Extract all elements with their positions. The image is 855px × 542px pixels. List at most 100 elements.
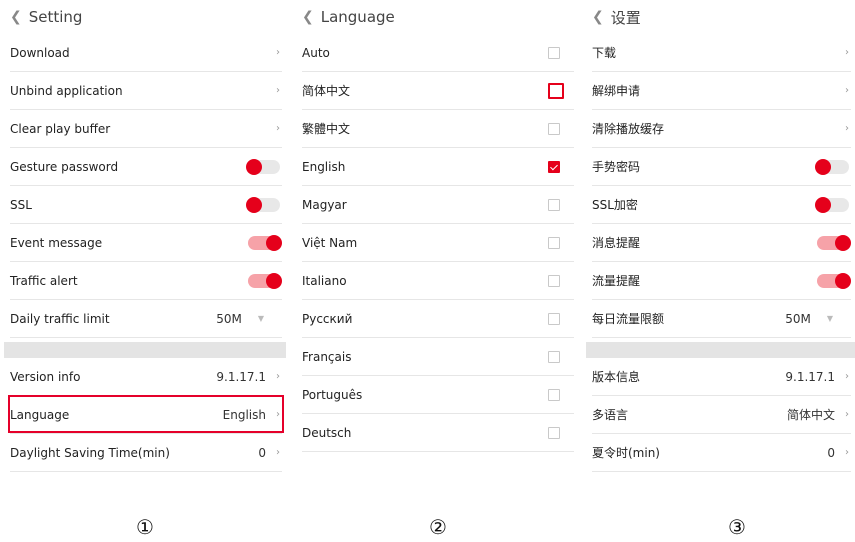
settings-row[interactable]: 消息提醒 [592,224,851,262]
language-option[interactable]: Magyar [302,186,574,224]
language-checkbox[interactable] [548,82,564,99]
toggle-switch[interactable] [246,158,280,175]
chevron-right-icon: › [276,123,280,134]
toggle-knob [835,272,851,289]
toggle-switch[interactable] [817,234,851,251]
back-icon[interactable]: ❮ [302,9,314,25]
settings-row[interactable]: Daylight Saving Time(min) 0 › [10,434,282,472]
language-label: Português [302,387,363,402]
language-option[interactable]: Français [302,338,574,376]
settings-row[interactable]: 夏令时(min) 0 › [592,434,851,472]
back-icon[interactable]: ❮ [592,9,604,25]
dropdown-value: 50M [785,311,811,326]
language-checkbox[interactable] [548,426,560,439]
caret-down-icon: ▼ [257,314,264,323]
language-option[interactable]: English [302,148,574,186]
dropdown[interactable]: 50M ▼ [785,312,833,326]
language-row-highlight [8,395,284,433]
settings-row[interactable]: Gesture password [10,148,282,186]
step-label-2: ② [429,515,447,539]
step-label-3: ③ [728,515,746,539]
settings-row[interactable]: 解绑申请 › [592,72,851,110]
language-label: 繁體中文 [302,122,351,136]
language-option[interactable]: Русский [302,300,574,338]
language-checkbox[interactable] [548,274,560,287]
back-icon[interactable]: ❮ [10,9,22,25]
language-option[interactable]: Italiano [302,262,574,300]
language-checkbox[interactable] [548,388,560,401]
toggle-switch[interactable] [246,196,280,213]
chevron-right-icon: › [845,47,849,58]
toggle-knob [815,196,831,213]
chevron-right-icon: › [845,447,849,458]
row-label: 手势密码 [592,160,641,174]
row-label: 清除播放缓存 [592,122,665,136]
settings-row[interactable]: Daily traffic limit 50M ▼ [10,300,282,338]
row-label: 消息提醒 [592,236,641,250]
language-label: Français [302,349,352,364]
settings-row[interactable]: 流量提醒 [592,262,851,300]
settings-row[interactable]: 清除播放缓存 › [592,110,851,148]
settings-row[interactable]: 手势密码 [592,148,851,186]
language-label: English [302,159,346,174]
toggle-switch[interactable] [815,196,849,213]
row-label: Daily traffic limit [10,311,110,326]
language-list: Auto 简体中文繁體中文 English Magyar Việt Nam Italian… [296,34,578,452]
row-label: Clear play buffer [10,121,111,136]
chevron-right-icon: › [845,123,849,134]
language-checkbox[interactable] [548,236,560,249]
language-option[interactable]: 简体中文 [302,72,574,110]
settings-row[interactable]: Clear play buffer › [10,110,282,148]
language-checkbox[interactable] [548,160,560,173]
row-value: 简体中文 [786,408,835,422]
toggle-switch[interactable] [248,272,282,289]
settings-row[interactable]: 多语言 简体中文 › [592,396,851,434]
row-label: Event message [10,235,103,250]
settings-row[interactable]: Traffic alert [10,262,282,300]
row-value: 0 [258,445,266,460]
language-label: Italiano [302,273,347,288]
chevron-right-icon: › [276,47,280,58]
language-checkbox[interactable] [548,312,560,325]
row-label: Version info [10,369,81,384]
settings-row[interactable]: Unbind application › [10,72,282,110]
row-label: 多语言 [592,408,629,422]
settings-row[interactable]: 下载 › [592,34,851,72]
chevron-right-icon: › [276,447,280,458]
row-value: 0 [827,445,835,460]
language-option[interactable]: Việt Nam [302,224,574,262]
language-checkbox[interactable] [548,198,560,211]
row-label: Daylight Saving Time(min) [10,445,170,460]
toggle-switch[interactable] [817,272,851,289]
toggle-switch[interactable] [248,234,282,251]
settings-row[interactable]: Download › [10,34,282,72]
language-checkbox[interactable] [548,350,560,363]
language-checkbox[interactable] [548,122,560,135]
row-label: 版本信息 [592,370,641,384]
settings-row[interactable]: Event message [10,224,282,262]
row-label: 下载 [592,46,617,60]
settings-row[interactable]: SSL加密 [592,186,851,224]
settings-row[interactable]: 版本信息 9.1.17.1 › [592,358,851,396]
page-title: 设置 [610,8,641,27]
settings-list: Download › Unbind application › Clear play b… [4,34,286,338]
header: ❮ 设置 [586,0,855,34]
settings-row[interactable]: 每日流量限额 50M ▼ [592,300,851,338]
language-option[interactable]: Deutsch [302,414,574,452]
language-option[interactable]: Auto [302,34,574,72]
settings-row[interactable]: SSL [10,186,282,224]
row-value: 9.1.17.1 [216,369,266,384]
language-label: Deutsch [302,425,352,440]
row-label: Traffic alert [10,273,78,288]
header: ❮ Language [296,0,578,34]
settings-row[interactable]: Version info 9.1.17.1 › [10,358,282,396]
row-value: 9.1.17.1 [785,369,835,384]
language-label: Việt Nam [302,235,358,250]
language-checkbox[interactable] [548,46,560,59]
language-panel: ❮ Language Auto 简体中文繁體中文 English Magyar Việt… [296,0,578,470]
toggle-switch[interactable] [815,158,849,175]
language-option[interactable]: 繁體中文 [302,110,574,148]
language-option[interactable]: Português [302,376,574,414]
dropdown[interactable]: 50M ▼ [216,312,264,326]
step-label-1: ① [136,515,154,539]
